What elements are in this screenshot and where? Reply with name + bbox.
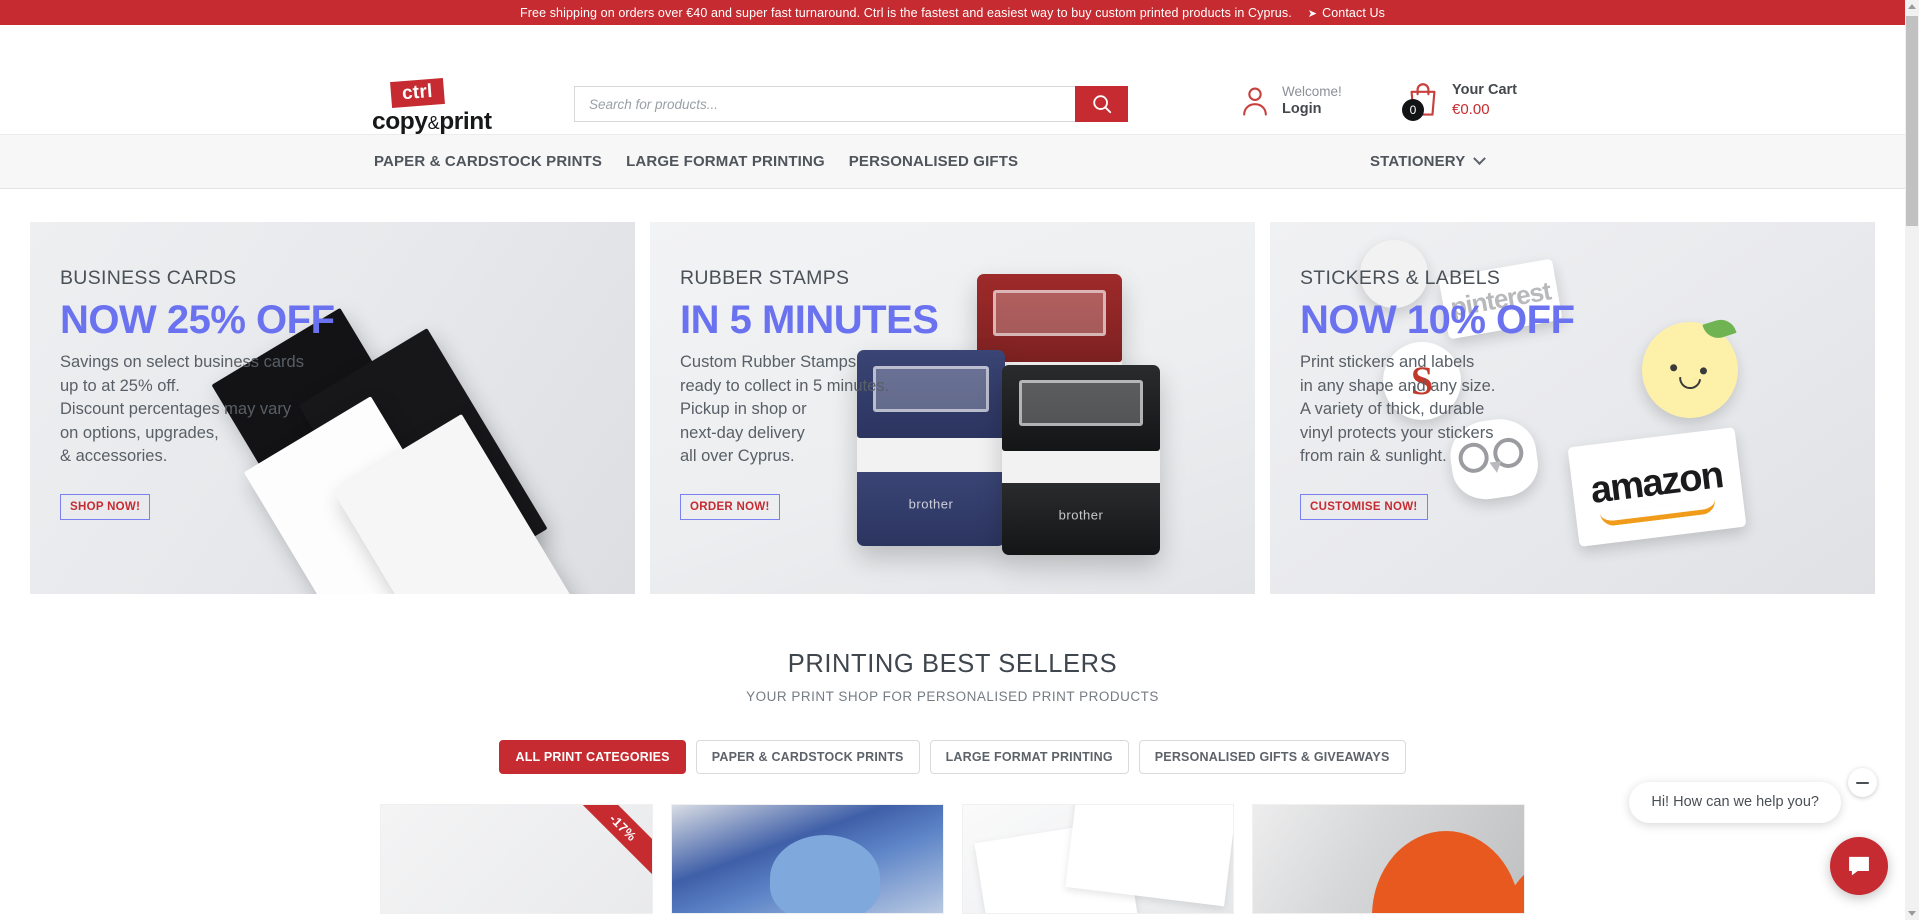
page-scrollbar[interactable] [1905,0,1919,920]
account-login-label: Login [1282,101,1322,117]
account-login-link[interactable]: Welcome! Login [1240,83,1342,118]
promo-headline: NOW 10% OFF [1300,298,1575,342]
chevron-down-icon [1473,152,1487,166]
bestsellers-tabs: ALL PRINT CATEGORIES PAPER & CARDSTOCK P… [0,740,1905,774]
promo-kicker: RUBBER STAMPS [680,267,850,289]
product-thumbnail [1253,805,1525,913]
site-header: ctrl copy&print centre Welcome! Lo [0,25,1905,152]
product-thumbnail [671,805,943,913]
product-card[interactable] [1252,804,1525,914]
scroll-up-arrow-icon[interactable] [1908,4,1916,9]
promo-banner-row: BUSINESS CARDS NOW 25% OFF Savings on se… [0,189,1905,594]
promo-cta-customise-now[interactable]: CUSTOMISE NOW! [1300,493,1428,520]
nav-item-stationery-label[interactable]: STATIONERY [1368,147,1467,176]
cart-icon-wrap: 0 [1402,81,1440,121]
product-card[interactable] [670,804,944,914]
promo-cta-shop-now[interactable]: SHOP NOW! [60,493,151,520]
search-icon [1092,95,1111,114]
nav-item-personalised-gifts[interactable]: PERSONALISED GIFTS [847,147,1020,176]
chat-minimize-button[interactable] [1848,768,1877,797]
product-card[interactable] [961,804,1235,914]
tab-all-print-categories[interactable]: ALL PRINT CATEGORIES [499,740,686,774]
cart-label: Your Cart [1452,82,1517,98]
logo-copy-text: copy [372,108,428,135]
promo-content: STICKERS & LABELS NOW 10% OFF Print stic… [1270,222,1875,520]
scroll-down-arrow-icon[interactable] [1908,911,1916,916]
arrow-right-icon: ➤ [1307,7,1318,20]
bestsellers-section: PRINTING BEST SELLERS YOUR PRINT SHOP FO… [0,594,1905,774]
promo-body: Print stickers and labels in any shape a… [1300,353,1496,465]
tab-paper-cardstock-prints[interactable]: PAPER & CARDSTOCK PRINTS [695,740,920,774]
page-root: Free shipping on orders over €40 and sup… [0,0,1919,920]
cart-count-badge: 0 [1402,99,1424,121]
account-text: Welcome! Login [1282,83,1342,118]
product-grid: -17% [0,774,1905,914]
contact-us-label: Contact Us [1322,5,1385,20]
chat-bubble-icon [1849,856,1869,876]
chat-greeting-bubble: Hi! How can we help you? [1629,782,1841,823]
promo-cta-order-now[interactable]: ORDER NOW! [680,493,780,520]
logo-print-text: print [439,108,492,135]
promo-card-stickers-labels[interactable]: pinterest S amazon STICKERS & LABELS NOW… [1270,222,1875,594]
minimize-icon [1856,781,1869,784]
announcement-text: Free shipping on orders over €40 and sup… [520,5,1292,20]
nav-item-paper-cardstock-prints[interactable]: PAPER & CARDSTOCK PRINTS [372,147,604,176]
product-thumbnail [962,805,1234,913]
nav-item-large-format-printing[interactable]: LARGE FORMAT PRINTING [624,147,827,176]
account-greeting: Welcome! [1282,84,1342,99]
nav-item-stationery[interactable]: STATIONERY [1368,147,1487,176]
announcement-bar: Free shipping on orders over €40 and sup… [0,0,1905,25]
tab-large-format-printing[interactable]: LARGE FORMAT PRINTING [929,740,1129,774]
product-card[interactable]: -17% [380,804,653,914]
promo-content: BUSINESS CARDS NOW 25% OFF Savings on se… [30,222,635,520]
promo-content: RUBBER STAMPS IN 5 MINUTES Custom Rubber… [650,222,1255,520]
promo-body: Savings on select business cards up to a… [60,353,304,465]
user-icon [1243,87,1267,116]
promo-body: Custom Rubber Stamps ready to collect in… [680,353,890,465]
search-submit-button[interactable] [1075,86,1128,122]
bestsellers-subtitle: YOUR PRINT SHOP FOR PERSONALISED PRINT P… [746,689,1159,704]
promo-card-business-cards[interactable]: BUSINESS CARDS NOW 25% OFF Savings on se… [30,222,635,594]
promo-headline: IN 5 MINUTES [680,298,939,342]
chat-launcher-button[interactable] [1830,837,1888,895]
logo-wordmark: copy&print [372,108,492,135]
logo-ctrl-badge: ctrl [389,77,445,109]
logo-ampersand: & [427,113,440,133]
search-input[interactable] [574,86,1075,122]
search-bar [574,86,1128,122]
contact-us-link[interactable]: ➤ Contact Us [1308,6,1385,20]
nav-items: PAPER & CARDSTOCK PRINTS LARGE FORMAT PR… [372,147,1020,176]
tab-personalised-gifts-giveaways[interactable]: PERSONALISED GIFTS & GIVEAWAYS [1138,740,1406,774]
cart-text: Your Cart €0.00 [1452,81,1517,119]
bestsellers-title: PRINTING BEST SELLERS [787,650,1118,678]
promo-kicker: BUSINESS CARDS [60,267,237,289]
promo-card-rubber-stamps[interactable]: brother brother brother RUBBER STAMPS IN… [650,222,1255,594]
cart-total: €0.00 [1452,101,1490,118]
cart-widget[interactable]: 0 Your Cart €0.00 [1402,81,1517,121]
promo-headline: NOW 25% OFF [60,298,335,342]
scrollbar-thumb[interactable] [1906,16,1918,226]
main-navigation: PAPER & CARDSTOCK PRINTS LARGE FORMAT PR… [0,134,1905,189]
promo-kicker: STICKERS & LABELS [1300,267,1501,289]
